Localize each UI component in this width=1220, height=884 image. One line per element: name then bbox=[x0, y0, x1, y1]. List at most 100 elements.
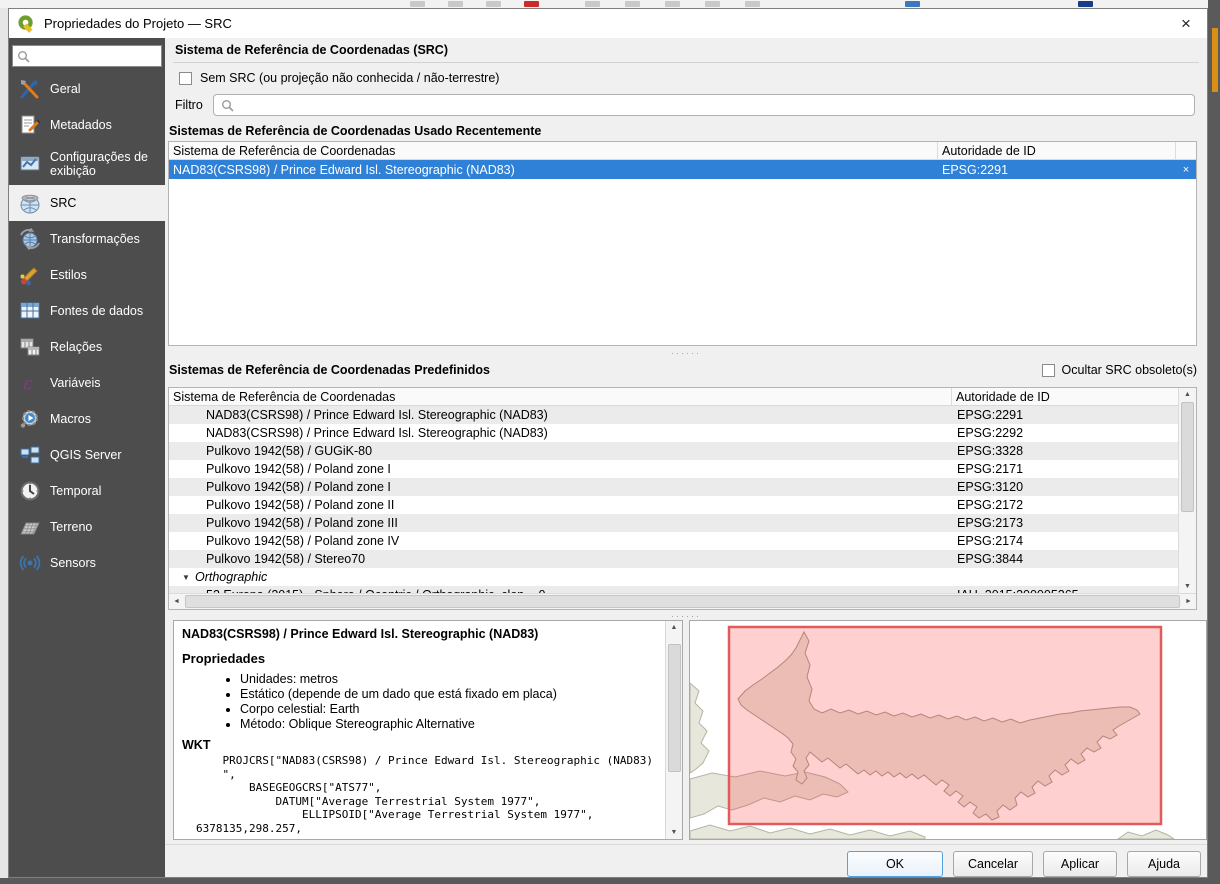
toolbar-fragment bbox=[486, 1, 501, 7]
sidebar-item-label: Temporal bbox=[50, 484, 101, 498]
predefined-crs-table: Sistema de Referência de Coordenadas Aut… bbox=[168, 387, 1197, 610]
metadata-icon bbox=[19, 114, 41, 136]
hide-deprecated-row: Ocultar SRC obsoleto(s) bbox=[1042, 363, 1197, 377]
horizontal-scrollbar[interactable]: ◄ ► bbox=[169, 593, 1196, 609]
column-header-authority[interactable]: Autoridade de ID bbox=[952, 388, 1178, 405]
crs-name-cell: Pulkovo 1942(58) / Poland zone IV bbox=[169, 534, 952, 548]
filter-input[interactable] bbox=[239, 97, 1187, 113]
filter-label: Filtro bbox=[175, 98, 203, 112]
sidebar-item-fontes-de-dados[interactable]: Fontes de dados bbox=[9, 293, 165, 329]
sidebar-item-qgis-server[interactable]: QGIS Server bbox=[9, 437, 165, 473]
remove-recent-icon[interactable]: × bbox=[1176, 164, 1196, 176]
column-header-crs[interactable]: Sistema de Referência de Coordenadas bbox=[169, 388, 952, 405]
column-header-crs[interactable]: Sistema de Referência de Coordenadas bbox=[169, 142, 938, 159]
dialog-titlebar[interactable]: Propriedades do Projeto — SRC × bbox=[9, 9, 1207, 38]
table-row[interactable]: ▼ Orthographic bbox=[169, 568, 1178, 586]
hide-deprecated-checkbox[interactable] bbox=[1042, 364, 1055, 377]
sidebar-item-geral[interactable]: Geral bbox=[9, 71, 165, 107]
crs-name-cell: Pulkovo 1942(58) / Poland zone I bbox=[169, 462, 952, 476]
scroll-up-icon[interactable]: ▲ bbox=[667, 621, 682, 634]
properties-heading: Propriedades bbox=[182, 651, 661, 666]
recent-crs-table: Sistema de Referência de Coordenadas Aut… bbox=[168, 141, 1197, 346]
scrollbar-thumb[interactable] bbox=[668, 644, 681, 772]
variables-icon: ε bbox=[19, 372, 41, 394]
transform-globe-icon bbox=[19, 228, 41, 250]
sidebar-item-configuracoes-de-exibicao[interactable]: Configurações de exibição bbox=[9, 143, 165, 185]
crs-authority-cell: EPSG:2291 bbox=[938, 163, 1176, 177]
table-row[interactable]: ▼ Pulkovo 1942(58) / Stereo70 EPSG:3844 bbox=[169, 550, 1178, 568]
sidebar-item-estilos[interactable]: Estilos bbox=[9, 257, 165, 293]
no-crs-checkbox[interactable] bbox=[179, 72, 192, 85]
close-icon[interactable]: × bbox=[1165, 9, 1207, 38]
sidebar-item-label: Geral bbox=[50, 82, 81, 96]
dialog-button[interactable]: OK bbox=[847, 851, 943, 877]
sidebar-item-src[interactable]: SRC bbox=[9, 185, 165, 221]
relations-icon bbox=[19, 336, 41, 358]
server-icon bbox=[19, 444, 41, 466]
sidebar-item-label: SRC bbox=[50, 196, 76, 210]
styles-icon bbox=[19, 264, 41, 286]
table-row[interactable]: ▼ Pulkovo 1942(58) / Poland zone I EPSG:… bbox=[169, 478, 1178, 496]
column-header-authority[interactable]: Autoridade de ID bbox=[938, 142, 1176, 159]
crs-name-cell: Pulkovo 1942(58) / Poland zone III bbox=[169, 516, 952, 530]
sidebar-item-variaveis[interactable]: ε Variáveis bbox=[9, 365, 165, 401]
collapse-triangle-icon[interactable]: ▼ bbox=[182, 573, 192, 582]
sidebar-search-input[interactable] bbox=[34, 48, 157, 64]
scroll-left-icon[interactable]: ◄ bbox=[169, 595, 184, 608]
sidebar-item-relacoes[interactable]: Relações bbox=[9, 329, 165, 365]
scroll-right-icon[interactable]: ► bbox=[1181, 595, 1196, 608]
sidebar-item-label: Metadados bbox=[50, 118, 112, 132]
predefined-crs-title: Sistemas de Referência de Coordenadas Pr… bbox=[169, 363, 490, 377]
crs-extent-highlight bbox=[729, 627, 1161, 824]
sidebar-item-macros[interactable]: Macros bbox=[9, 401, 165, 437]
table-row[interactable]: ▼ Pulkovo 1942(58) / Poland zone I EPSG:… bbox=[169, 460, 1178, 478]
scrollbar-thumb[interactable] bbox=[185, 595, 1180, 608]
property-item: Estático (depende de um dado que está fi… bbox=[240, 687, 661, 702]
toolbar-fragment bbox=[448, 1, 463, 7]
property-item: Unidades: metros bbox=[240, 672, 661, 687]
toolbar-fragment bbox=[410, 1, 425, 7]
recent-crs-selected-row[interactable]: NAD83(CSRS98) / Prince Edward Isl. Stere… bbox=[169, 160, 1196, 179]
no-crs-row: Sem SRC (ou projeção não conhecida / não… bbox=[179, 71, 499, 85]
crs-authority-cell: EPSG:2174 bbox=[952, 534, 1178, 548]
vertical-scrollbar[interactable]: ▲ ▼ bbox=[1178, 388, 1196, 593]
macros-icon bbox=[19, 408, 41, 430]
scroll-down-icon[interactable]: ▼ bbox=[1180, 580, 1195, 593]
filter-input-box[interactable] bbox=[213, 94, 1195, 116]
table-row[interactable]: ▼ Pulkovo 1942(58) / Poland zone IV EPSG… bbox=[169, 532, 1178, 550]
dialog-button[interactable]: Ajuda bbox=[1127, 851, 1201, 877]
splitter-handle[interactable]: ······ bbox=[165, 613, 1207, 619]
table-row[interactable]: ▼ NAD83(CSRS98) / Prince Edward Isl. Ste… bbox=[169, 424, 1178, 442]
table-row[interactable]: ▼ Pulkovo 1942(58) / Poland zone III EPS… bbox=[169, 514, 1178, 532]
crs-authority-cell: EPSG:3844 bbox=[952, 552, 1178, 566]
crs-name-cell: Pulkovo 1942(58) / GUGiK-80 bbox=[169, 444, 952, 458]
toolbar-fragment bbox=[665, 1, 680, 7]
sensors-icon bbox=[19, 552, 41, 574]
table-row[interactable]: ▼ NAD83(CSRS98) / Prince Edward Isl. Ste… bbox=[169, 406, 1178, 424]
crs-extent-preview bbox=[689, 620, 1207, 840]
table-row[interactable]: ▼ 52 Europa (2015) - Sphere / Ocentric /… bbox=[169, 586, 1178, 593]
splitter-handle[interactable]: ······ bbox=[165, 350, 1207, 356]
scroll-up-icon[interactable]: ▲ bbox=[1180, 388, 1195, 401]
sidebar-item-transformacoes[interactable]: Transformações bbox=[9, 221, 165, 257]
hide-deprecated-label: Ocultar SRC obsoleto(s) bbox=[1062, 363, 1197, 377]
sidebar-search-box[interactable] bbox=[12, 45, 162, 67]
recent-table-header: Sistema de Referência de Coordenadas Aut… bbox=[169, 142, 1196, 160]
sidebar-item-temporal[interactable]: Temporal bbox=[9, 473, 165, 509]
footer-separator bbox=[165, 844, 1207, 845]
tools-icon bbox=[19, 78, 41, 100]
sidebar-item-sensors[interactable]: Sensors bbox=[9, 545, 165, 581]
table-row[interactable]: ▼ Pulkovo 1942(58) / Poland zone II EPSG… bbox=[169, 496, 1178, 514]
crs-details-panel: NAD83(CSRS98) / Prince Edward Isl. Stere… bbox=[173, 620, 683, 840]
sidebar: Geral Metadados Configurações de exibiçã… bbox=[9, 38, 165, 877]
vertical-scrollbar[interactable]: ▲ ▼ bbox=[665, 621, 682, 839]
scroll-down-icon[interactable]: ▼ bbox=[667, 826, 682, 839]
dialog-button[interactable]: Cancelar bbox=[953, 851, 1033, 877]
scrollbar-thumb[interactable] bbox=[1181, 402, 1194, 512]
sidebar-item-metadados[interactable]: Metadados bbox=[9, 107, 165, 143]
crs-name-cell: NAD83(CSRS98) / Prince Edward Isl. Stere… bbox=[169, 163, 938, 177]
dialog-button[interactable]: Aplicar bbox=[1043, 851, 1117, 877]
sidebar-item-terreno[interactable]: Terreno bbox=[9, 509, 165, 545]
table-row[interactable]: ▼ Pulkovo 1942(58) / GUGiK-80 EPSG:3328 bbox=[169, 442, 1178, 460]
qgis-logo-icon bbox=[17, 14, 36, 33]
